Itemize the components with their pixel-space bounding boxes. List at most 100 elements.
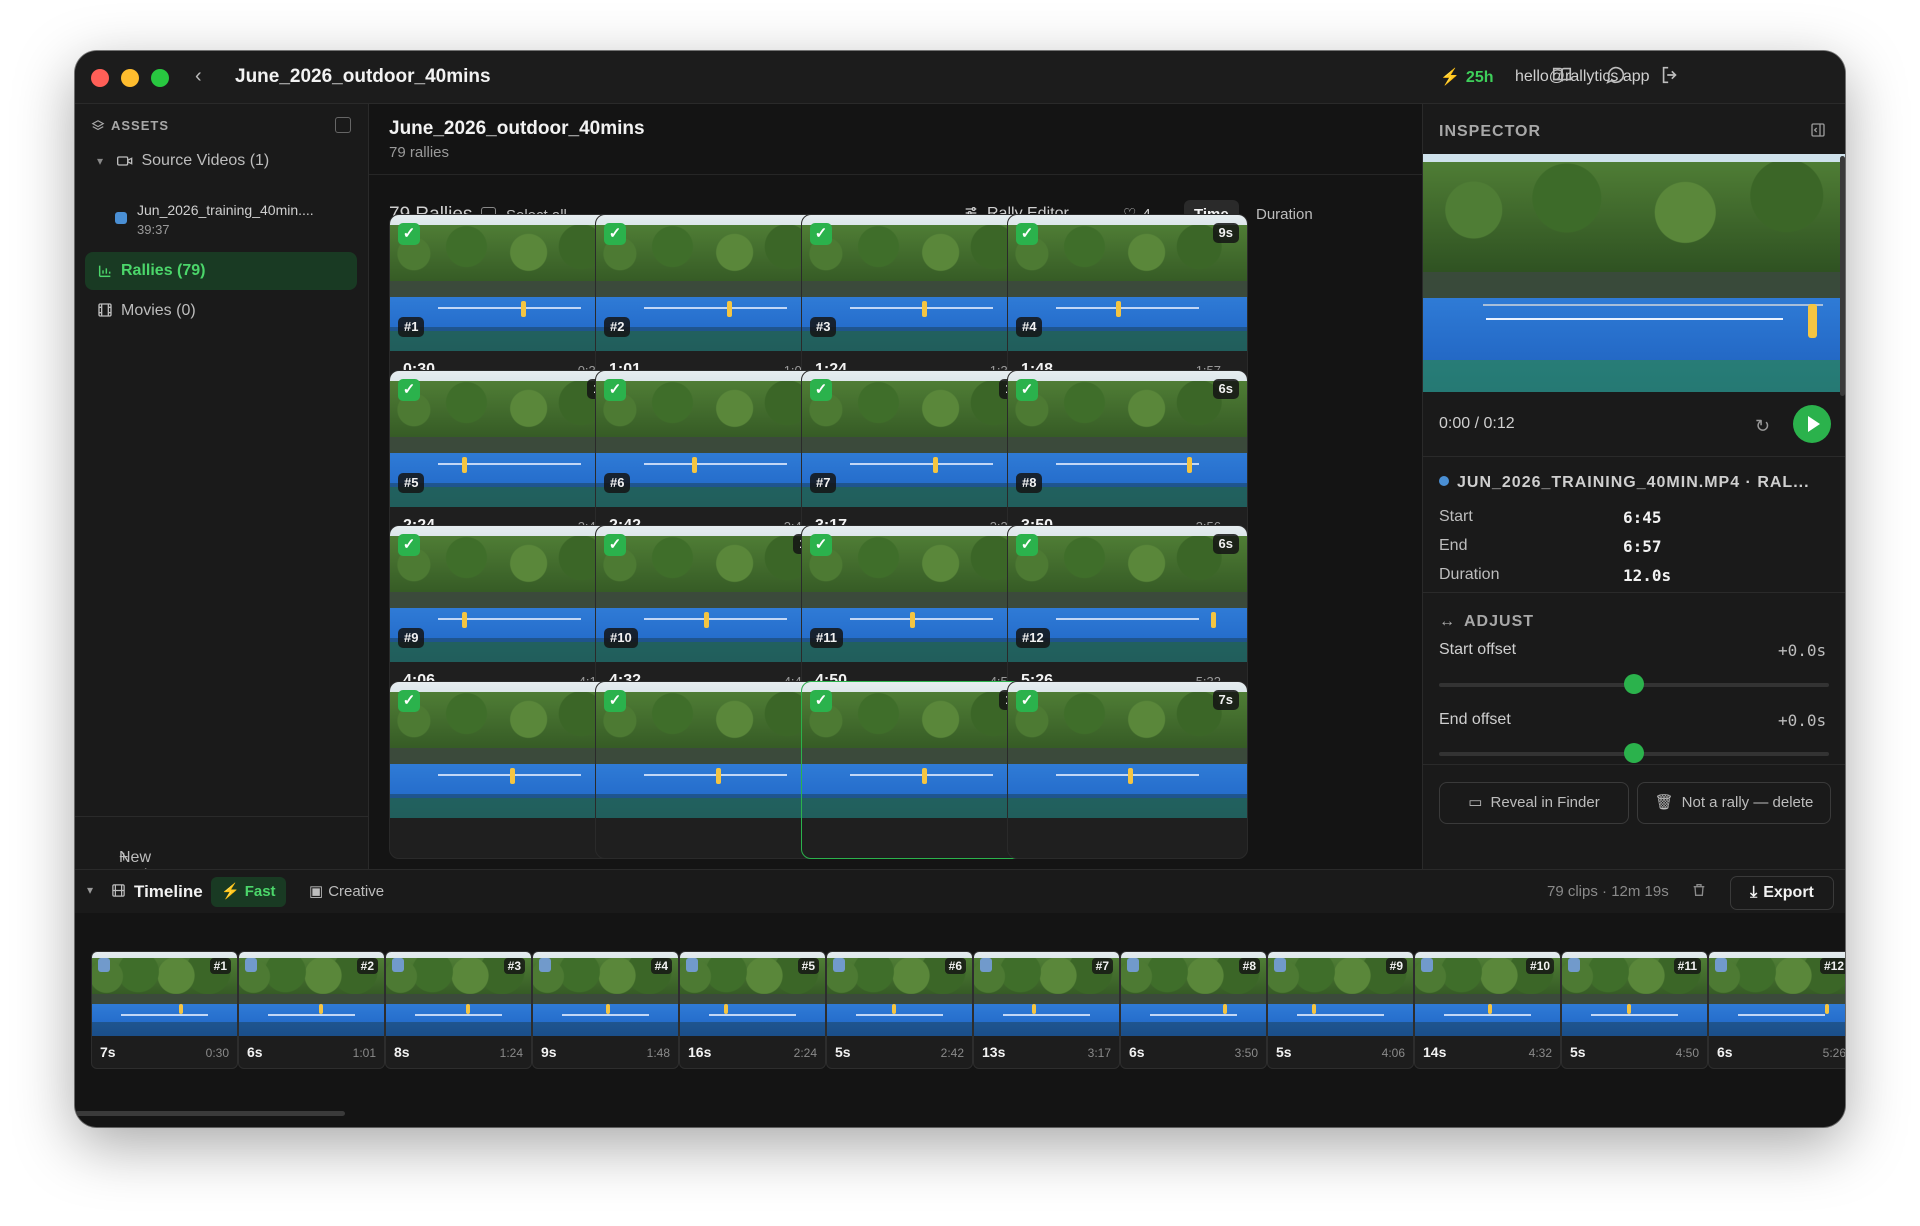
drag-handle-icon[interactable]: [833, 958, 845, 972]
end-offset-slider[interactable]: [1439, 743, 1829, 763]
timeline-clip[interactable]: #11 5s 4:50: [1561, 951, 1708, 1069]
end-offset-knob[interactable]: [1624, 743, 1644, 763]
chevron-down-icon[interactable]: ▾: [87, 883, 93, 897]
drag-handle-icon[interactable]: [686, 958, 698, 972]
rally-card[interactable]: ✓14s#104:32→ 4:46: [595, 525, 836, 703]
rally-card[interactable]: ✓13s#73:17→ 3:30: [801, 370, 1042, 548]
checkmark-icon[interactable]: ✓: [1016, 690, 1038, 712]
timeline-clip[interactable]: #1 7s 0:30: [91, 951, 238, 1069]
source-videos-group[interactable]: ▾ Source Videos (1): [97, 152, 269, 170]
rally-card[interactable]: ✓6s#83:50→ 3:56: [1007, 370, 1248, 548]
app-window: ‹ June_2026_outdoor_40mins ⚡ 25h hello@ra…: [75, 51, 1845, 1127]
sort-duration-tab[interactable]: Duration: [1246, 200, 1323, 230]
drag-handle-icon[interactable]: [1274, 958, 1286, 972]
timeline-clip[interactable]: #8 6s 3:50: [1120, 951, 1267, 1069]
checkmark-icon[interactable]: ✓: [398, 223, 420, 245]
export-button[interactable]: ⤓ Export: [1730, 876, 1834, 910]
timeline-clip[interactable]: #7 13s 3:17: [973, 951, 1120, 1069]
rally-card[interactable]: ✓7s: [595, 681, 836, 859]
video-color-dot: [1439, 476, 1449, 486]
rally-card[interactable]: ✓8s#31:24→ 1:32♥: [801, 214, 1042, 392]
rally-card[interactable]: ✓7s#10:30→ 0:37: [389, 214, 630, 392]
clip-start-time: 5:26: [1822, 1046, 1845, 1060]
zoom-window-button[interactable]: [151, 69, 169, 87]
timeline-clip[interactable]: #3 8s 1:24: [385, 951, 532, 1069]
rally-card[interactable]: ✓5s#62:42→ 2:47: [595, 370, 836, 548]
timeline-clip[interactable]: #12 6s 5:26: [1708, 951, 1845, 1069]
checkmark-icon[interactable]: ✓: [1016, 223, 1038, 245]
drag-handle-icon[interactable]: [1568, 958, 1580, 972]
close-window-button[interactable]: [91, 69, 109, 87]
drag-handle-icon[interactable]: [392, 958, 404, 972]
rally-thumbnail: [596, 682, 835, 818]
checkmark-icon[interactable]: ✓: [810, 223, 832, 245]
rally-card[interactable]: ✓8s: [389, 681, 630, 859]
clip-number: #4: [650, 958, 672, 974]
drag-handle-icon[interactable]: [98, 958, 110, 972]
checkmark-icon[interactable]: ✓: [398, 690, 420, 712]
rally-card[interactable]: ✓5s#94:06→ 4:11: [389, 525, 630, 703]
creative-mode-button[interactable]: ▣ Creative: [301, 877, 392, 907]
collapse-sidebar-icon[interactable]: [335, 117, 351, 133]
source-file-name: JUN_2026_TRAINING_40MIN.MP4 · RAL...: [1439, 474, 1829, 492]
fast-mode-button[interactable]: ⚡ Fast: [211, 877, 286, 907]
checkmark-icon[interactable]: ✓: [604, 690, 626, 712]
panel-toggle-icon[interactable]: [1810, 122, 1826, 143]
checkmark-icon[interactable]: ✓: [810, 534, 832, 556]
rally-number-badge: #11: [810, 628, 843, 648]
rally-card[interactable]: ✓16s#52:24→ 2:40♥: [389, 370, 630, 548]
timeline-clip[interactable]: #10 14s 4:32: [1414, 951, 1561, 1069]
drag-handle-icon[interactable]: [1127, 958, 1139, 972]
rally-card[interactable]: ✓9s#41:48→ 1:57: [1007, 214, 1248, 392]
drag-handle-icon[interactable]: [245, 958, 257, 972]
timeline-scrollbar[interactable]: [75, 1111, 345, 1116]
checkmark-icon[interactable]: ✓: [604, 223, 626, 245]
checkmark-icon[interactable]: ✓: [810, 379, 832, 401]
clip-start-time: 3:50: [1234, 1046, 1258, 1060]
play-button[interactable]: [1793, 405, 1831, 443]
sidebar-item-rallies[interactable]: Rallies (79): [85, 252, 357, 290]
clip-start-time: 4:50: [1675, 1046, 1699, 1060]
drag-handle-icon[interactable]: [539, 958, 551, 972]
sign-out-icon[interactable]: [1659, 64, 1683, 88]
trash-icon[interactable]: [1691, 882, 1707, 903]
timeline-clip[interactable]: #6 5s 2:42: [826, 951, 973, 1069]
timeline-clip[interactable]: #9 5s 4:06: [1267, 951, 1414, 1069]
minimize-window-button[interactable]: [121, 69, 139, 87]
clip-number: #9: [1385, 958, 1407, 974]
sidebar-item-movies[interactable]: Movies (0): [97, 302, 196, 320]
timeline-clip[interactable]: #2 6s 1:01: [238, 951, 385, 1069]
replay-icon[interactable]: ↻: [1755, 416, 1770, 437]
drag-handle-icon[interactable]: [1421, 958, 1433, 972]
thumbnail-player: [319, 1004, 323, 1014]
start-offset-knob[interactable]: [1624, 674, 1644, 694]
reveal-in-finder-button[interactable]: ▭ Reveal in Finder: [1439, 782, 1629, 824]
inspector-scrollbar[interactable]: [1840, 156, 1845, 396]
back-arrow-icon[interactable]: ‹: [195, 65, 202, 88]
checkmark-icon[interactable]: ✓: [604, 379, 626, 401]
rally-card[interactable]: ✓6s#21:01→ 1:07: [595, 214, 836, 392]
drag-handle-icon[interactable]: [1715, 958, 1727, 972]
checkmark-icon[interactable]: ✓: [604, 534, 626, 556]
checkmark-icon[interactable]: ✓: [1016, 534, 1038, 556]
drag-handle-icon[interactable]: [980, 958, 992, 972]
clip-start-time: 3:17: [1087, 1046, 1111, 1060]
rally-card[interactable]: ✓7s: [1007, 681, 1248, 859]
new-project-button[interactable]: +New Project: [75, 816, 368, 884]
rally-card[interactable]: ✓12s: [801, 681, 1042, 859]
book-icon[interactable]: [1551, 64, 1575, 88]
rally-card[interactable]: ✓5s#114:50→ 4:55: [801, 525, 1042, 703]
timeline-clip[interactable]: #4 9s 1:48: [532, 951, 679, 1069]
start-offset-slider[interactable]: [1439, 674, 1829, 694]
timeline-clip[interactable]: #5 16s 2:24: [679, 951, 826, 1069]
video-preview[interactable]: [1423, 154, 1845, 392]
checkmark-icon[interactable]: ✓: [398, 379, 420, 401]
checkmark-icon[interactable]: ✓: [810, 690, 832, 712]
thumbnail-shade: [1008, 794, 1247, 818]
checkmark-icon[interactable]: ✓: [398, 534, 420, 556]
delete-rally-button[interactable]: 🗑 Not a rally — delete: [1637, 782, 1831, 824]
checkmark-icon[interactable]: ✓: [1016, 379, 1038, 401]
chat-bubble-icon[interactable]: [1605, 64, 1629, 88]
rally-card[interactable]: ✓6s#125:26→ 5:32: [1007, 525, 1248, 703]
account-email[interactable]: hello@rallytics.app: [1515, 68, 1650, 86]
